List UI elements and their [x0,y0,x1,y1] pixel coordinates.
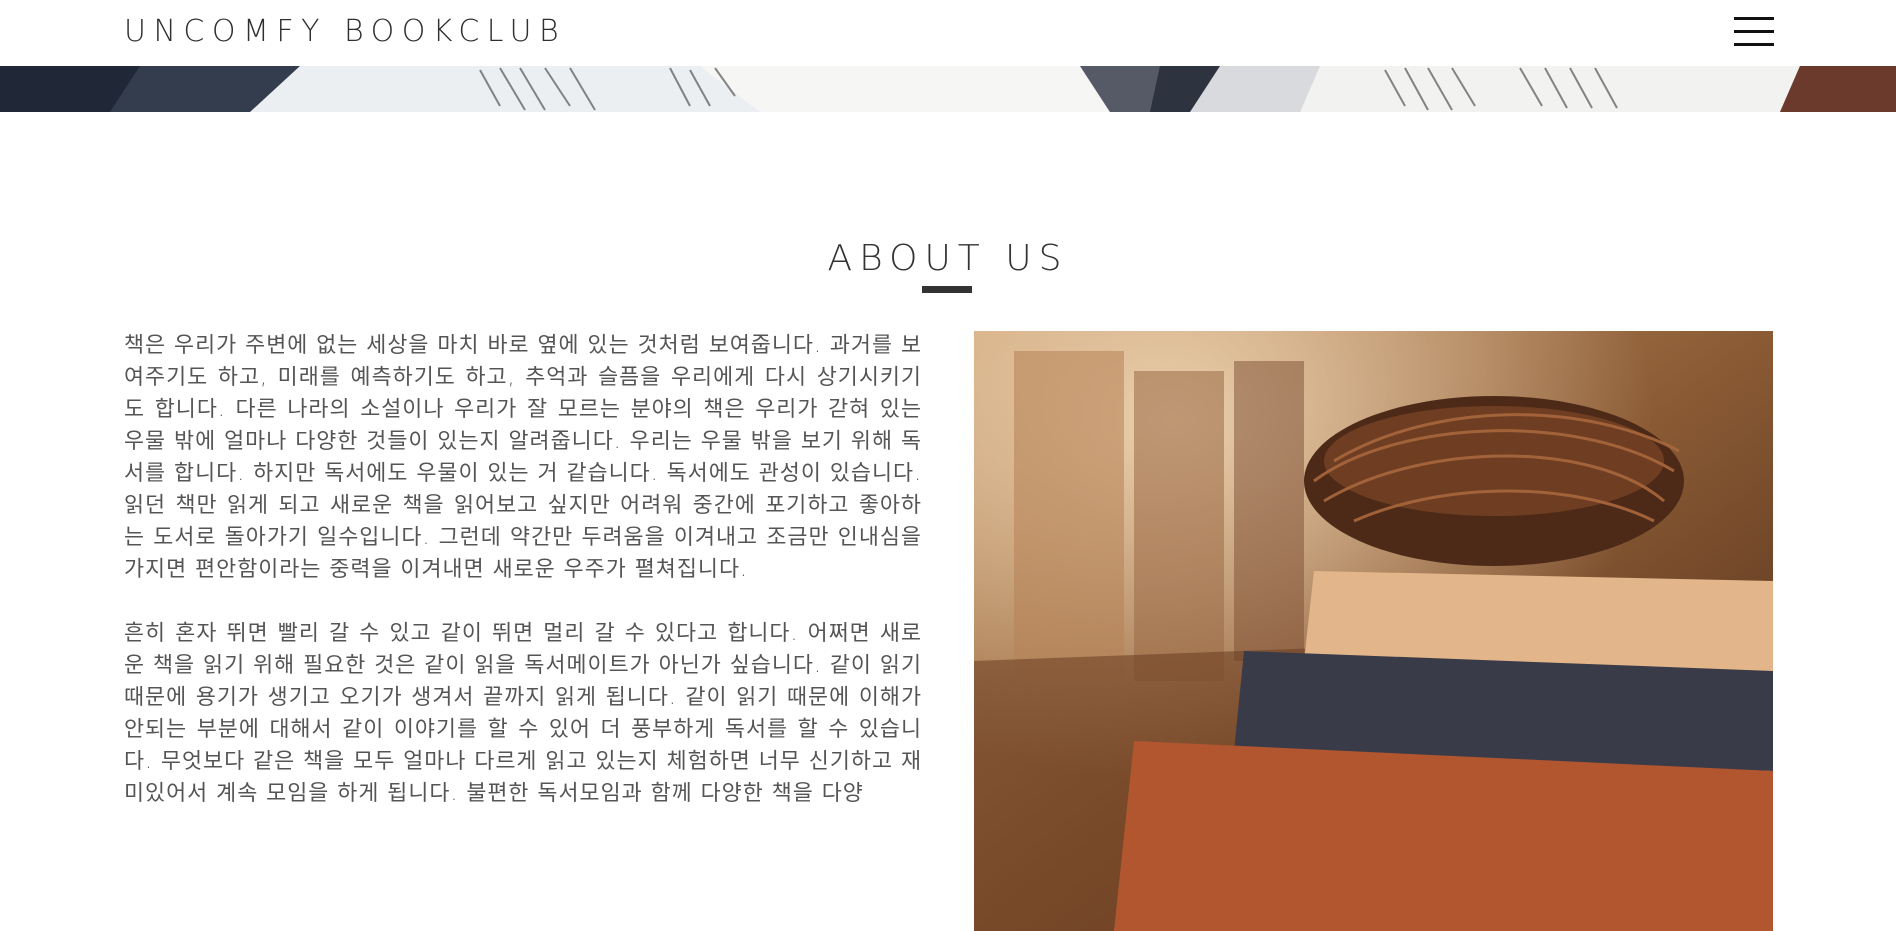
banner-book-pages-graphic [0,66,1896,112]
section-title-about: ABOUT US [827,238,1069,279]
about-paragraph-2: 흔히 혼자 뛰면 빨리 갈 수 있고 같이 뛰면 멀리 갈 수 있다고 합니다.… [124,621,922,806]
menu-line-bottom [1734,43,1774,46]
site-logo[interactable]: UNCOMFY BOOKCLUB [124,14,566,49]
about-paragraph-1: 책은 우리가 주변에 없는 세상을 마치 바로 옆에 있는 것처럼 보여줍니다.… [124,333,922,582]
site-header: UNCOMFY BOOKCLUB [0,0,1896,66]
menu-line-middle [1734,30,1774,33]
menu-line-top [1734,17,1774,20]
photo-graphic [974,331,1773,931]
banner-image-open-books [0,66,1896,112]
title-underline-bar [922,286,972,293]
hamburger-menu-icon[interactable] [1734,16,1774,50]
bird-nest-on-books-photo [974,331,1773,931]
about-text-block: 책은 우리가 주변에 없는 세상을 마치 바로 옆에 있는 것처럼 보여줍니다.… [124,330,922,842]
